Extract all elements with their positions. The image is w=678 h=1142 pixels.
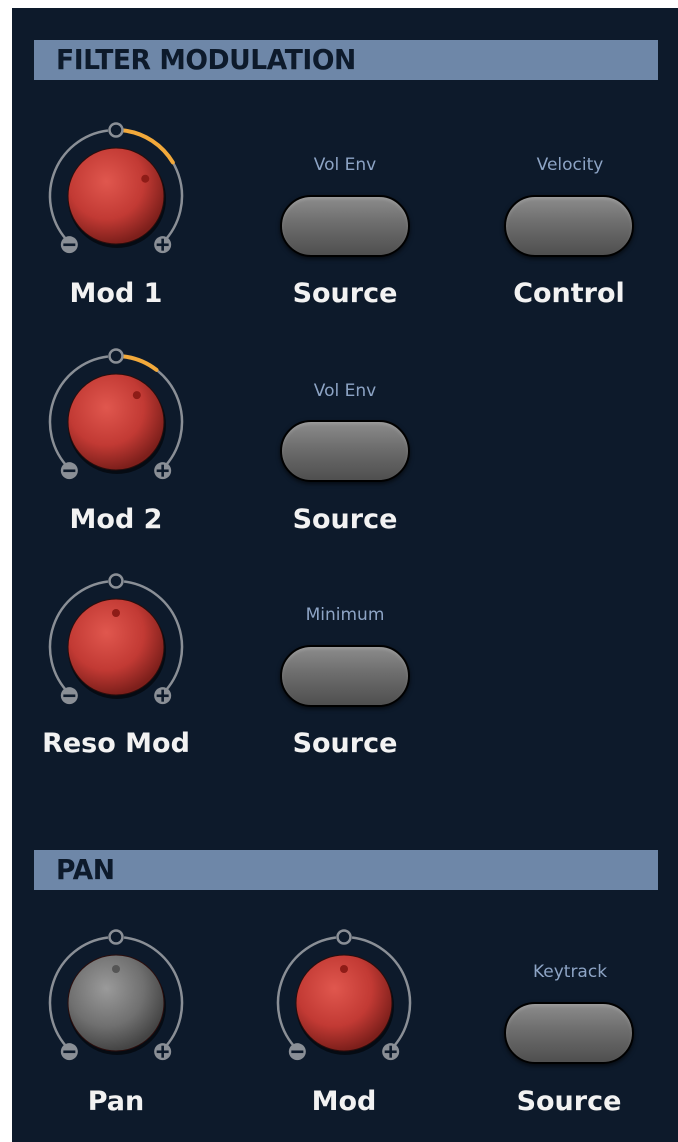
center-circle-icon [108, 122, 124, 138]
synth-panel: FILTER MODULATION Mod 1 Vol Env Source V… [12, 8, 678, 1142]
reso-source-value: Minimum [305, 605, 385, 625]
knob-indicator [112, 965, 120, 973]
minus-icon-bar [63, 694, 76, 698]
knob-body [67, 147, 165, 245]
knob-indicator [141, 174, 150, 183]
plus-icon-vbar [389, 1045, 392, 1058]
knob-graphic [48, 929, 184, 1061]
reso-source-selector[interactable] [280, 645, 410, 707]
mod2-source-value: Vol Env [313, 381, 377, 401]
reso-mod-knob[interactable] [41, 572, 191, 722]
minus-icon-bar [63, 243, 76, 247]
mod2-source-label: Source [292, 504, 398, 535]
knob-graphic [276, 929, 412, 1061]
mod1-control-label: Control [513, 278, 625, 309]
mod1-source-value: Vol Env [313, 155, 377, 175]
knob-indicator [340, 965, 348, 973]
pan-mod-knob[interactable] [269, 928, 419, 1078]
knob-graphic [48, 573, 184, 705]
mod1-source-label: Source [292, 278, 398, 309]
pan-knob[interactable] [41, 928, 191, 1078]
mod1-label: Mod 1 [69, 278, 163, 309]
knob-mod-arc [122, 354, 159, 372]
mod2-source-selector[interactable] [280, 420, 410, 482]
knob-graphic [48, 122, 184, 254]
mod1-source-selector[interactable] [280, 195, 410, 257]
knob-indicator [132, 391, 141, 400]
pan-source-label: Source [516, 1086, 622, 1117]
mod1-control-selector[interactable] [504, 195, 634, 257]
filter-modulation-header: FILTER MODULATION [34, 40, 658, 80]
minus-icon-bar [63, 469, 76, 473]
minus-icon-bar [63, 1050, 76, 1054]
reso-source-label: Source [292, 728, 398, 759]
filter-modulation-title: FILTER MODULATION [56, 43, 356, 76]
plus-icon-vbar [161, 1045, 164, 1058]
plus-icon-vbar [161, 689, 164, 702]
pan-source-selector[interactable] [504, 1002, 634, 1064]
reso-mod-label: Reso Mod [42, 728, 190, 759]
center-circle-icon [108, 348, 124, 364]
mod2-knob[interactable] [41, 347, 191, 497]
pan-source-value: Keytrack [532, 962, 608, 982]
pan-knob-label: Pan [87, 1086, 145, 1117]
knob-body [67, 373, 165, 471]
pan-title: PAN [56, 853, 115, 886]
center-circle-icon [108, 573, 124, 589]
plus-icon-vbar [161, 464, 164, 477]
mod1-knob[interactable] [41, 121, 191, 271]
center-circle-icon [108, 929, 124, 945]
pan-mod-label: Mod [311, 1086, 377, 1117]
mod1-control-value: Velocity [536, 155, 604, 175]
pan-header: PAN [34, 850, 658, 890]
center-circle-icon [336, 929, 352, 945]
minus-icon-bar [291, 1050, 304, 1054]
knob-indicator [112, 609, 120, 617]
plus-icon-vbar [161, 238, 164, 251]
knob-graphic [48, 348, 184, 480]
mod2-label: Mod 2 [69, 504, 163, 535]
